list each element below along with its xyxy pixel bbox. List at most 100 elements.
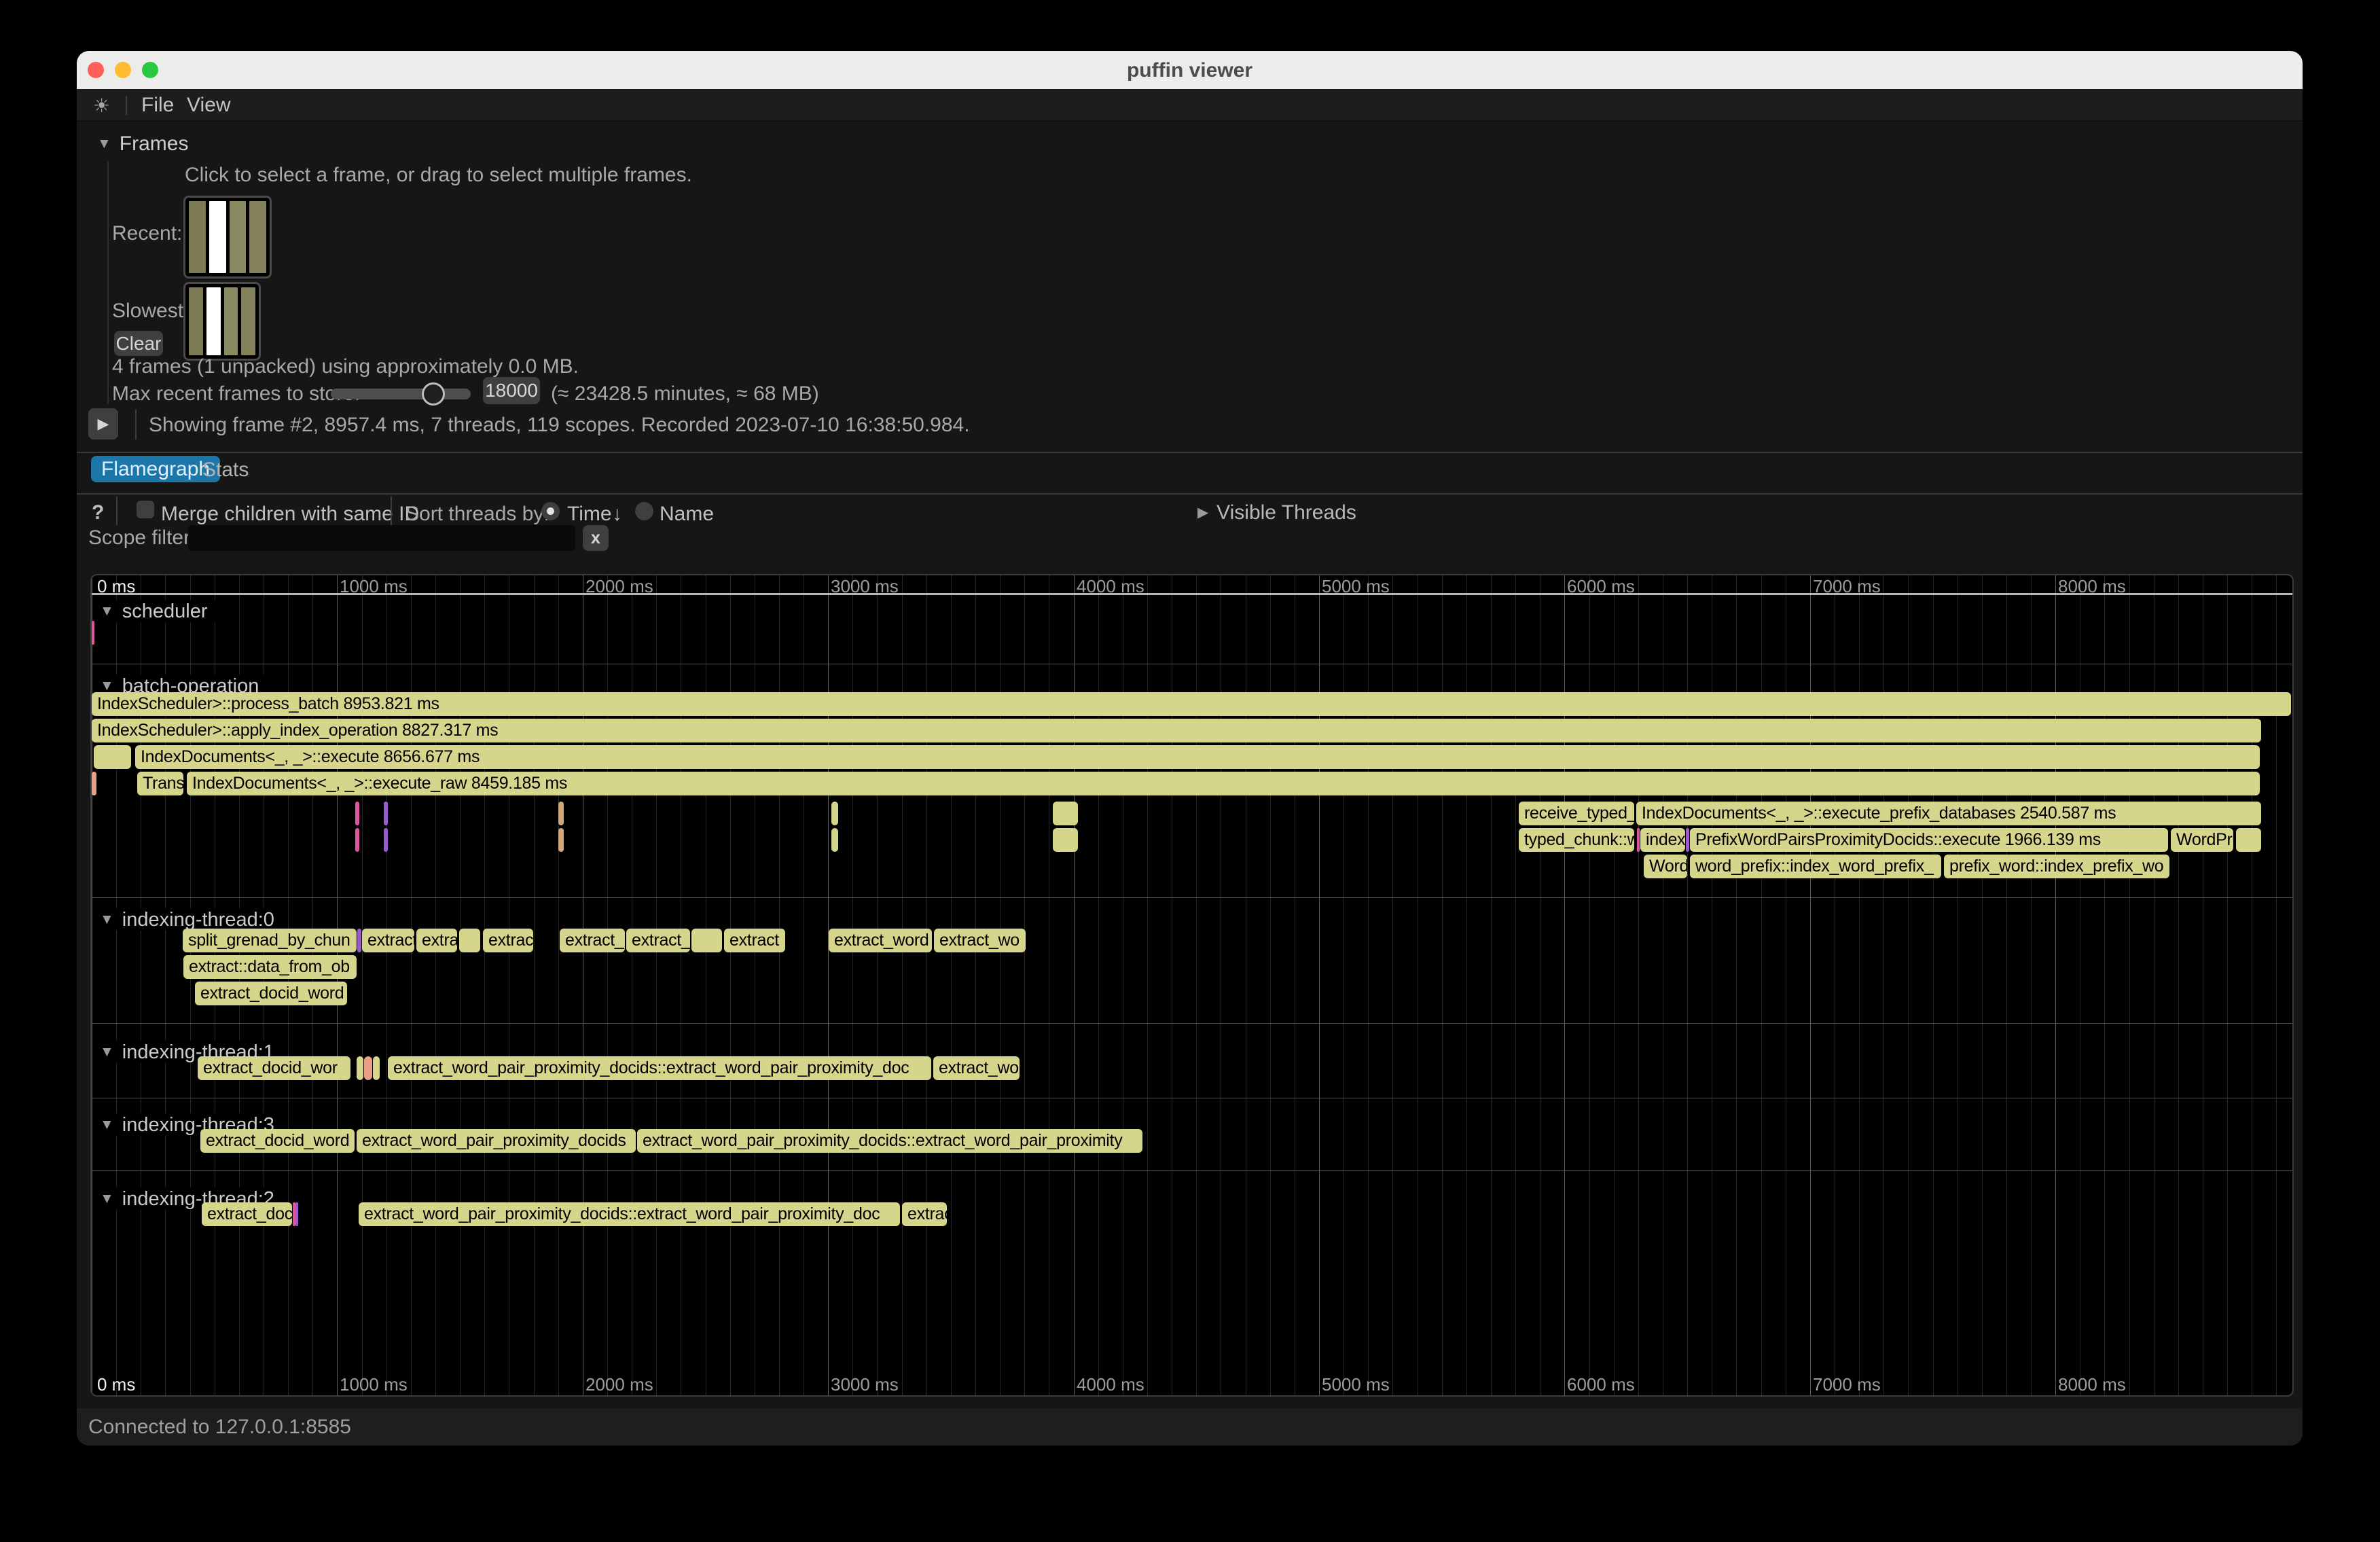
scope-bar[interactable]: word_prefix::index_word_prefix_	[1690, 855, 1941, 878]
frame-thumbnail-bar[interactable]	[189, 201, 206, 273]
slowest-frames-thumbnail[interactable]	[183, 282, 261, 361]
scope-bar[interactable]: extract_word	[829, 929, 932, 952]
frame-thumbnail-bar[interactable]	[209, 201, 226, 273]
scope-bar[interactable]: Trans	[137, 772, 183, 795]
play-button[interactable]: ▶	[88, 408, 118, 440]
scope-bar[interactable]	[295, 1202, 298, 1226]
frame-thumbnail-bar[interactable]	[224, 287, 238, 355]
scope-bar[interactable]	[558, 828, 564, 852]
scope-bar[interactable]	[1686, 828, 1689, 852]
scope-bar[interactable]: extract	[362, 929, 414, 952]
frame-thumbnail-bar[interactable]	[230, 201, 247, 273]
menu-file[interactable]: File	[141, 94, 174, 117]
axis-tick-label: 0 ms	[97, 576, 135, 597]
scope-bar[interactable]: extract_wo	[934, 929, 1026, 952]
scope-bar[interactable]: IndexScheduler>::apply_index_operation 8…	[92, 719, 2261, 742]
scope-bar[interactable]	[2236, 828, 2261, 852]
scope-bar[interactable]: extract_docid_word	[200, 1129, 355, 1153]
collapsed-triangle-icon: ▶	[1197, 505, 1208, 520]
scope-bar[interactable]: extract_doc	[202, 1202, 292, 1226]
scope-bar[interactable]: extract_	[626, 929, 690, 952]
scope-bar[interactable]: extract_	[560, 929, 625, 952]
scope-bar[interactable]	[831, 802, 838, 825]
merge-children-checkbox[interactable]	[137, 501, 154, 518]
scope-bar[interactable]	[459, 929, 480, 952]
recent-frames-thumbnail[interactable]	[183, 196, 272, 279]
scope-bar[interactable]	[1053, 828, 1078, 852]
clear-button[interactable]: Clear	[114, 331, 163, 356]
clear-filter-button[interactable]: x	[583, 525, 609, 551]
sort-direction-arrow-icon[interactable]: ↓	[612, 503, 622, 526]
max-frames-value[interactable]: 18000	[483, 377, 540, 404]
scope-bar[interactable]: extract_word_pair_proximity_docids::extr…	[637, 1129, 1142, 1153]
scope-bar[interactable]: typed_chunk::w	[1519, 828, 1634, 852]
scope-bar[interactable]	[558, 802, 564, 825]
scope-bar[interactable]: extract_docid_wor	[198, 1056, 350, 1080]
scope-bar[interactable]: receive_typed_	[1519, 802, 1634, 825]
scope-bar[interactable]: extract_word_pair_proximity_docids::extr…	[359, 1202, 900, 1226]
scope-bar[interactable]: prefix_word::index_prefix_wo	[1944, 855, 2169, 878]
scope-bar[interactable]	[357, 929, 361, 952]
scope-bar[interactable]	[355, 802, 359, 825]
scope-bar[interactable]: extract_word_pair_proximity_docids	[357, 1129, 636, 1153]
scope-bar[interactable]	[1637, 828, 1640, 852]
scope-bar[interactable]	[357, 1056, 363, 1080]
frame-thumbnail-bar[interactable]	[206, 287, 221, 355]
thread-name: scheduler	[122, 600, 208, 622]
scope-bar[interactable]: index	[1640, 828, 1685, 852]
scope-bar[interactable]: IndexDocuments<_, _>::execute_raw 8459.1…	[187, 772, 2260, 795]
scope-bar[interactable]	[831, 828, 838, 852]
scope-bar[interactable]: extra	[416, 929, 457, 952]
tab-flamegraph[interactable]: Flamegraph	[91, 456, 220, 482]
scope-bar[interactable]	[691, 929, 722, 952]
axis-tick-label: 0 ms	[97, 1374, 135, 1395]
merge-children-label: Merge children with same ID	[161, 503, 419, 526]
scope-filter-input[interactable]	[188, 525, 575, 551]
scope-bar[interactable]: WordPr	[2171, 828, 2233, 852]
thread-header[interactable]: ▼indexing-thread:0	[96, 908, 283, 931]
thread-header[interactable]: ▼scheduler	[96, 600, 216, 622]
scope-bar[interactable]	[384, 802, 388, 825]
scope-bar[interactable]	[384, 828, 388, 852]
visible-threads-header[interactable]: ▶Visible Threads	[1197, 501, 1356, 524]
scope-bar[interactable]: Word	[1644, 855, 1687, 878]
sort-by-time-radio[interactable]	[541, 502, 560, 520]
flamegraph-canvas[interactable]: 0 ms0 ms1000 ms1000 ms2000 ms2000 ms3000…	[90, 574, 2294, 1397]
scope-bar[interactable]: extract_word_pair_proximity_docids::extr…	[388, 1056, 931, 1080]
tab-stats[interactable]: Stats	[202, 459, 249, 482]
scope-bar[interactable]: extrac	[483, 929, 533, 952]
scope-bar[interactable]: IndexDocuments<_, _>::execute 8656.677 m…	[135, 745, 2260, 769]
scope-bar[interactable]	[94, 745, 131, 769]
scope-bar[interactable]: extract::data_from_ob	[183, 955, 357, 979]
thread-section-separator	[92, 897, 2292, 898]
sort-name-label: Name	[660, 503, 714, 526]
scope-bar[interactable]	[364, 1056, 372, 1080]
sort-by-name-radio[interactable]	[635, 502, 653, 520]
help-button[interactable]: ?	[92, 501, 104, 524]
controls-separator	[116, 497, 118, 525]
scope-bar[interactable]: IndexDocuments<_, _>::execute_prefix_dat…	[1636, 802, 2261, 825]
frame-thumbnail-bar[interactable]	[249, 201, 266, 273]
controls-separator	[391, 497, 392, 525]
scope-bar[interactable]: extract_wo	[933, 1056, 1020, 1080]
scope-bar[interactable]: PrefixWordPairsProximityDocids::execute …	[1690, 828, 2168, 852]
scope-bar[interactable]: extract	[724, 929, 785, 952]
scope-bar[interactable]	[92, 772, 96, 795]
scope-bar[interactable]	[92, 621, 94, 645]
scope-bar[interactable]: IndexScheduler>::process_batch 8953.821 …	[92, 692, 2291, 716]
scope-bar[interactable]: split_grenad_by_chun	[183, 929, 357, 952]
scope-bar[interactable]	[355, 828, 359, 852]
max-frames-slider[interactable]	[331, 389, 471, 399]
scope-bar[interactable]: extract_docid_word	[195, 982, 347, 1005]
frame-status-text: Showing frame #2, 8957.4 ms, 7 threads, …	[149, 414, 970, 437]
scope-bar[interactable]	[373, 1056, 380, 1080]
frame-thumbnail-bar[interactable]	[241, 287, 255, 355]
axis-tick-label: 2000 ms	[585, 576, 653, 597]
scope-bar[interactable]: extrac	[902, 1202, 947, 1226]
slider-knob[interactable]	[422, 382, 445, 406]
scope-bar[interactable]	[1053, 802, 1078, 825]
frame-thumbnail-bar[interactable]	[189, 287, 203, 355]
theme-toggle-icon[interactable]: ☀	[93, 94, 110, 117]
frames-section-header[interactable]: ▼Frames	[97, 132, 188, 156]
menu-view[interactable]: View	[187, 94, 230, 117]
